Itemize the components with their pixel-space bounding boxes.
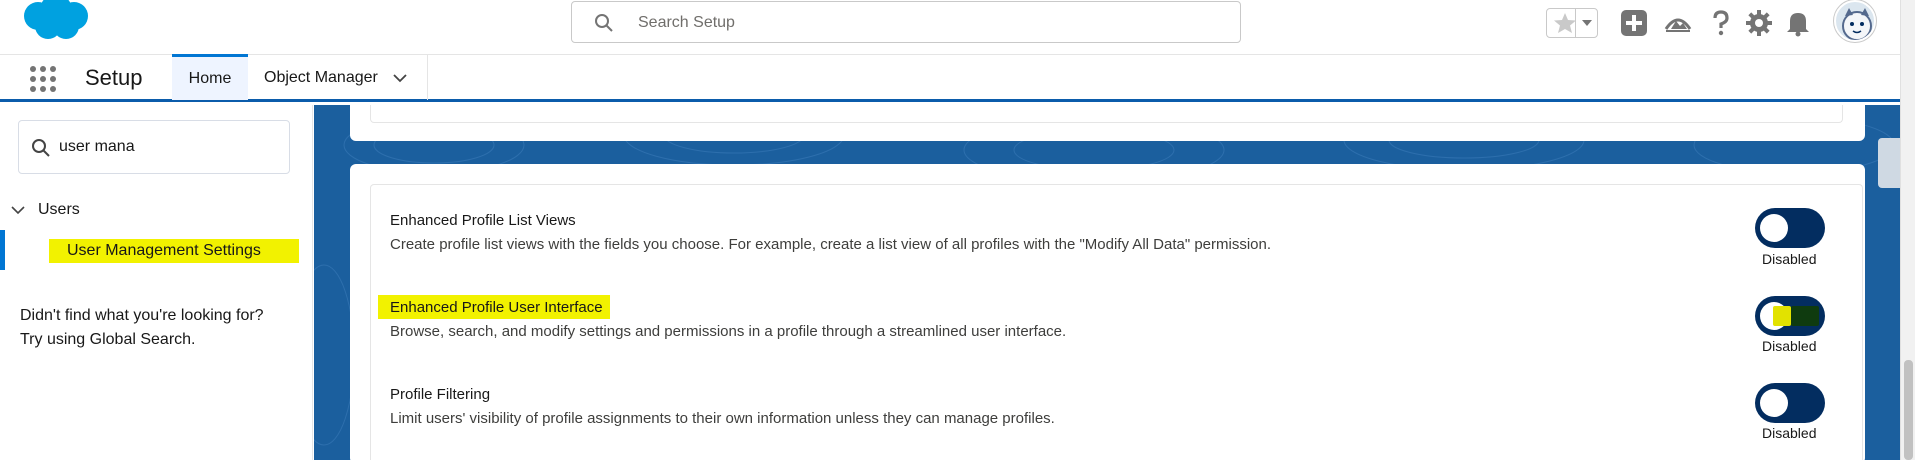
app-launcher-icon[interactable] [29, 65, 57, 93]
toggle-enhanced-profile-list-views[interactable] [1755, 208, 1825, 248]
settings-card-top-inner [370, 105, 1843, 123]
chevron-down-icon[interactable] [10, 202, 26, 218]
tree-node-users-label: Users [38, 201, 80, 218]
toggle-profile-filtering[interactable] [1755, 383, 1825, 423]
chevron-down-icon[interactable] [392, 70, 408, 86]
setup-sidebar: user mana Users User Management Settings… [0, 105, 313, 460]
user-avatar[interactable] [1834, 0, 1876, 42]
salesforce-logo[interactable] [18, 0, 94, 48]
global-search-hint: Try using Global Search. [20, 331, 196, 348]
favorites-dropdown-icon[interactable] [1575, 9, 1597, 37]
global-header: Search Setup [0, 0, 1900, 54]
tab-home[interactable]: Home [172, 54, 248, 100]
tab-object-manager[interactable]: Object Manager [248, 55, 428, 100]
tab-object-manager-label: Object Manager [264, 68, 378, 86]
highlight-mark [1773, 306, 1791, 326]
gear-icon[interactable] [1745, 9, 1773, 37]
toggle-knob [1760, 214, 1788, 242]
vertical-scrollbar[interactable] [1900, 0, 1915, 460]
search-icon [595, 14, 613, 32]
quick-find-value: user mana [59, 138, 135, 155]
scrollbar-thumb[interactable] [1904, 360, 1913, 460]
tree-item-user-management-settings[interactable]: User Management Settings [0, 230, 312, 270]
setting-title: Enhanced Profile List Views [390, 212, 576, 229]
toggle-enhanced-profile-user-interface[interactable] [1755, 296, 1825, 336]
toggle-knob [1760, 389, 1788, 417]
app-name: Setup [85, 65, 143, 90]
favorites-button[interactable] [1546, 8, 1598, 38]
setting-description: Limit users' visibility of profile assig… [390, 410, 1055, 427]
global-actions-plus-icon[interactable] [1620, 9, 1648, 37]
search-icon [32, 139, 50, 157]
toggle-status: Disabled [1762, 425, 1817, 441]
tree-node-users[interactable]: Users [10, 199, 80, 221]
setting-description: Browse, search, and modify settings and … [390, 323, 1067, 340]
side-panel-tab[interactable] [1878, 138, 1900, 188]
notifications-bell-icon[interactable] [1784, 9, 1812, 37]
trailhead-icon[interactable] [1664, 9, 1692, 37]
not-found-message: Didn't find what you're looking for? [20, 307, 264, 324]
tree-item-label: User Management Settings [67, 242, 261, 259]
highlight-mark [1791, 306, 1819, 326]
search-setup-input[interactable]: Search Setup [571, 1, 1241, 43]
search-placeholder: Search Setup [638, 14, 735, 31]
setting-title: Profile Filtering [390, 386, 491, 403]
setting-title: Enhanced Profile User Interface [390, 299, 603, 316]
setting-description: Create profile list views with the field… [390, 236, 1272, 253]
quick-find-input[interactable]: user mana [18, 120, 290, 174]
tab-home-label: Home [188, 69, 232, 87]
toggle-status: Disabled [1762, 251, 1817, 267]
toggle-status: Disabled [1762, 338, 1817, 354]
favorites-star-icon[interactable] [1553, 12, 1577, 34]
setup-nav-bar: Setup Home Object Manager [0, 54, 1900, 102]
help-icon[interactable] [1707, 9, 1735, 37]
